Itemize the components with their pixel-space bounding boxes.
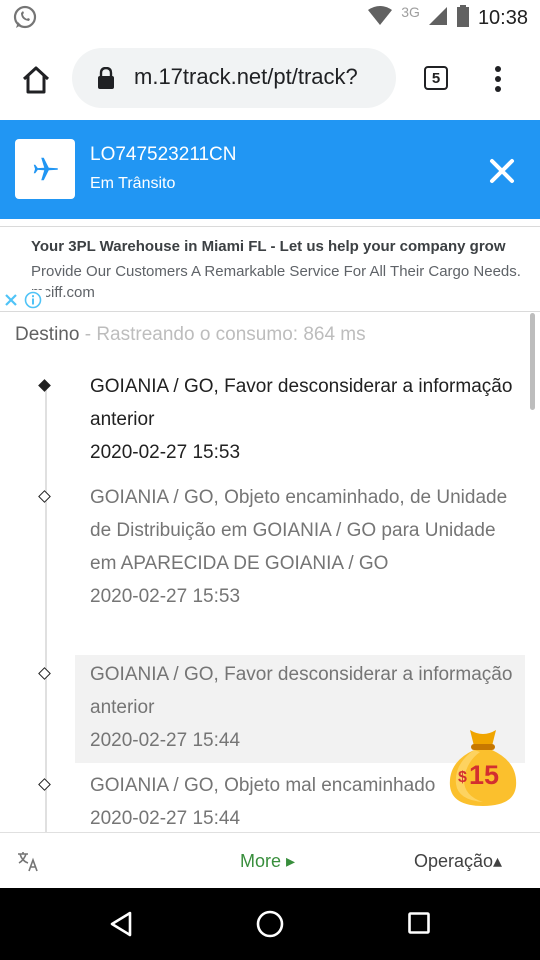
tab-switcher-button[interactable]: 5 — [424, 66, 448, 90]
url-text: m.17track.net/pt/track? — [134, 64, 358, 89]
operation-button[interactable]: Operação▴ — [414, 851, 502, 872]
close-button[interactable] — [487, 156, 517, 186]
address-bar[interactable]: m.17track.net/pt/track? — [72, 48, 396, 108]
back-button[interactable] — [108, 910, 134, 938]
money-bag-icon: $ 15 — [449, 730, 517, 806]
destination-line: Destino - Rastreando o consumo: 864 ms — [15, 324, 366, 346]
reward-amount: 15 — [469, 760, 499, 790]
reward-bag-button[interactable]: $ 15 — [444, 726, 522, 808]
event-datetime: 2020-02-27 15:53 — [90, 586, 241, 607]
home-nav-button[interactable] — [256, 910, 284, 938]
whatsapp-icon — [12, 5, 38, 31]
translate-button[interactable] — [16, 849, 40, 873]
event-description: GOIANIA / GO, Favor desconsiderar a info… — [90, 664, 513, 718]
reward-currency: $ — [458, 769, 467, 786]
ad-body: Provide Our Customers A Remarkable Servi… — [31, 263, 521, 301]
network-type: 3G — [401, 4, 420, 20]
ad-choices — [0, 290, 46, 310]
more-button[interactable]: More ▸ — [240, 851, 295, 872]
battery-icon — [456, 4, 470, 32]
event-description: GOIANIA / GO, Favor desconsiderar a info… — [90, 376, 513, 430]
close-icon — [490, 159, 514, 183]
more-vert-icon — [495, 66, 501, 92]
recents-button[interactable] — [408, 912, 430, 934]
ad-close-icon[interactable] — [0, 290, 22, 310]
home-circle-icon — [256, 910, 284, 938]
event-datetime: 2020-02-27 15:53 — [90, 442, 241, 463]
home-button[interactable] — [16, 60, 56, 100]
destination-separator: - — [79, 324, 97, 345]
home-icon — [22, 66, 50, 94]
event-description: GOIANIA / GO, Objeto encaminhado, de Uni… — [90, 487, 508, 574]
ad-info-icon[interactable] — [22, 290, 44, 310]
scrollbar[interactable] — [530, 313, 535, 410]
lock-icon — [96, 66, 116, 89]
carrier-badge — [15, 139, 75, 199]
clock: 10:38 — [477, 6, 528, 29]
airplane-icon — [33, 157, 58, 181]
signal-icon — [428, 6, 448, 31]
status-bar: 3G 10:38 — [0, 0, 540, 36]
browser-toolbar: m.17track.net/pt/track? 5 — [0, 36, 540, 120]
tracking-event: GOIANIA / GO, Favor desconsiderar a info… — [75, 370, 525, 469]
ad-title[interactable]: Your 3PL Warehouse in Miami FL - Let us … — [31, 238, 506, 255]
tracking-time: Rastreando o consumo: 864 ms — [96, 324, 366, 345]
timeline-marker — [38, 667, 51, 680]
system-nav-bar — [0, 888, 540, 960]
destination-label: Destino — [15, 324, 80, 345]
translate-icon — [18, 852, 38, 872]
bottom-toolbar: More ▸ Operação▴ — [0, 832, 540, 889]
wifi-icon — [367, 5, 393, 31]
back-triangle-icon — [110, 911, 132, 937]
timeline-line — [45, 386, 47, 832]
timeline-marker — [38, 490, 51, 503]
tracking-event: GOIANIA / GO, Objeto encaminhado, de Uni… — [75, 481, 525, 613]
overflow-menu-button[interactable] — [486, 64, 510, 94]
tracking-number: LO747523211CN — [90, 144, 237, 165]
timeline-marker-current — [38, 379, 51, 392]
tracking-status: Em Trânsito — [90, 175, 176, 192]
recents-square-icon — [408, 912, 430, 934]
tracking-header: LO747523211CN Em Trânsito — [0, 120, 540, 219]
ad-banner[interactable]: Your 3PL Warehouse in Miami FL - Let us … — [0, 226, 540, 312]
timeline-marker — [38, 778, 51, 791]
